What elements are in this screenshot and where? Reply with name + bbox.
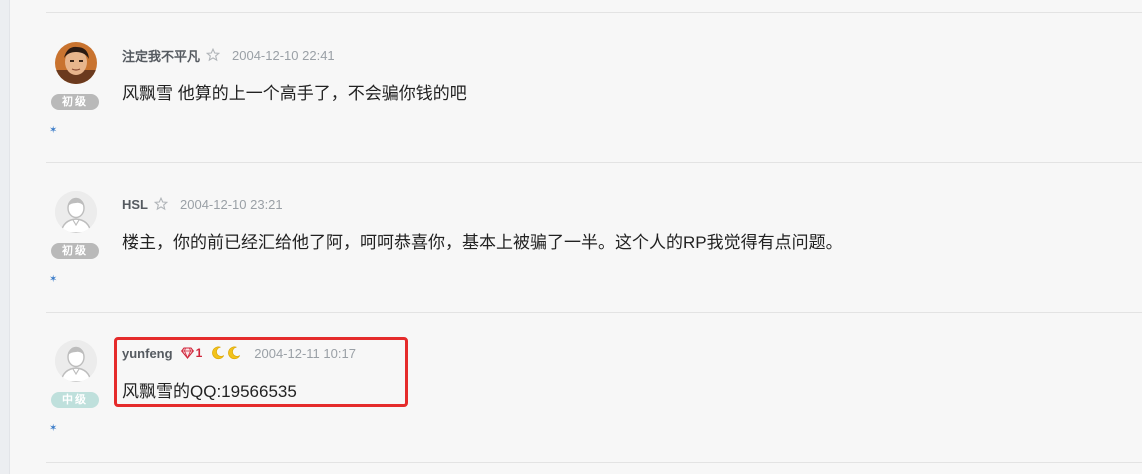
post-divider <box>46 462 1142 463</box>
post-meta: HSL 2004-12-10 23:21 <box>122 195 283 213</box>
default-avatar-icon <box>55 340 97 382</box>
user-level-badge: 初级 <box>51 243 99 259</box>
rank-star-icon: ✶ <box>49 125 58 136</box>
post-item: 初级 ✶ 注定我不平凡 2004-12-10 22:41 风飘雪 他算的上一个高… <box>0 42 1142 192</box>
user-avatar[interactable] <box>55 191 97 233</box>
post-time: 2004-12-10 22:41 <box>232 47 335 63</box>
post-meta: 注定我不平凡 2004-12-10 22:41 <box>122 46 335 64</box>
user-avatar[interactable] <box>55 340 97 382</box>
post-content: 楼主，你的前已经汇给他了阿，呵呵恭喜你，基本上被骗了一半。这个人的RP我觉得有点… <box>122 233 843 252</box>
post-divider <box>46 162 1142 163</box>
thread-page: 初级 ✶ 注定我不平凡 2004-12-10 22:41 风飘雪 他算的上一个高… <box>0 0 1142 474</box>
post-divider <box>46 12 1142 13</box>
post-item: 初级 ✶ HSL 2004-12-10 23:21 楼主，你的前已经汇给他了阿，… <box>0 191 1142 341</box>
author-name[interactable]: 注定我不平凡 <box>122 46 200 65</box>
rank-star-icon: ✶ <box>49 274 58 285</box>
avatar-photo-icon <box>55 42 97 84</box>
follow-star-icon[interactable] <box>154 197 168 211</box>
post-content: 风飘雪 他算的上一个高手了，不会骗你钱的吧 <box>122 84 467 103</box>
highlight-annotation <box>114 337 408 407</box>
rank-star-icon: ✶ <box>49 423 58 434</box>
post-divider <box>46 312 1142 313</box>
follow-star-icon[interactable] <box>206 48 221 62</box>
user-avatar[interactable] <box>55 42 97 84</box>
default-avatar-icon <box>55 191 97 233</box>
user-level-badge: 中级 <box>51 392 99 408</box>
user-level-badge: 初级 <box>51 94 99 110</box>
post-time: 2004-12-10 23:21 <box>180 196 283 212</box>
author-name[interactable]: HSL <box>122 197 148 212</box>
